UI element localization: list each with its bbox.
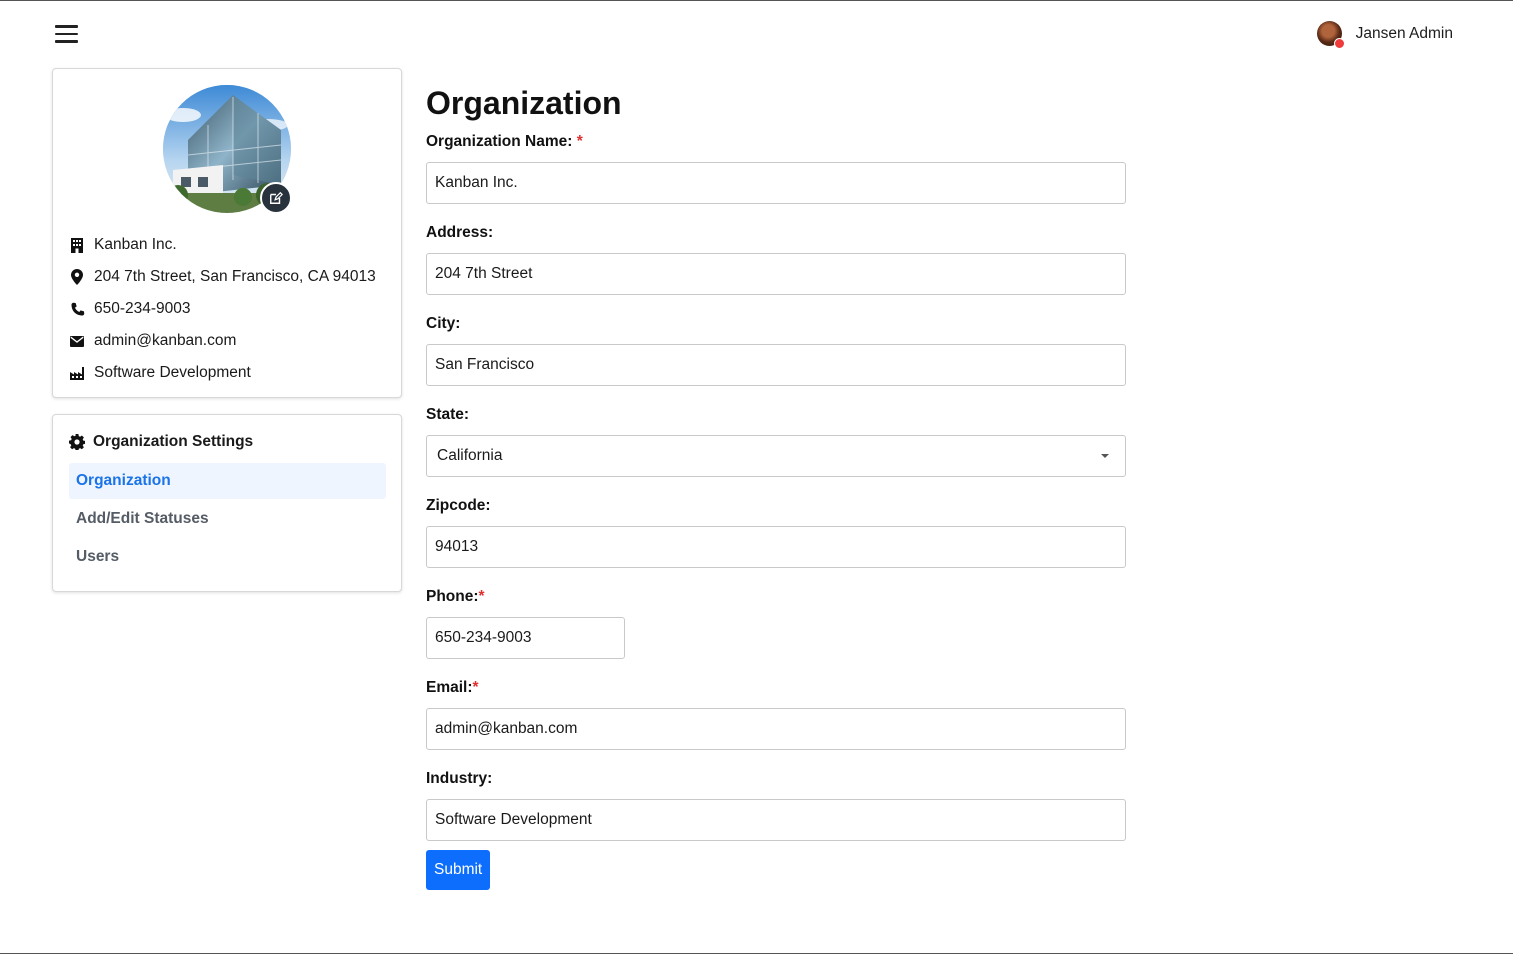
- top-bar: Jansen Admin: [0, 1, 1513, 67]
- org-name-field[interactable]: Kanban Inc.: [426, 162, 1126, 204]
- info-industry: Software Development: [94, 364, 251, 381]
- chevron-down-icon: [1101, 454, 1109, 458]
- edit-photo-button[interactable]: [260, 182, 292, 214]
- org-name-label: Organization Name: *: [426, 133, 1126, 151]
- info-address: 204 7th Street, San Francisco, CA 94013: [94, 268, 376, 285]
- edit-icon: [270, 191, 283, 204]
- email-field[interactable]: admin@kanban.com: [426, 708, 1126, 750]
- industry-field[interactable]: Software Development: [426, 799, 1126, 841]
- envelope-icon: [69, 333, 85, 349]
- city-label: City:: [426, 315, 461, 332]
- phone-icon: [69, 301, 85, 317]
- organization-settings-card: Organization Settings Organization Add/E…: [52, 414, 402, 592]
- nav-item-users[interactable]: Users: [69, 539, 386, 575]
- city-field[interactable]: San Francisco: [426, 344, 1126, 386]
- location-pin-icon: [69, 269, 85, 285]
- page-title: Organization: [426, 85, 622, 121]
- address-field[interactable]: 204 7th Street: [426, 253, 1126, 295]
- info-name: Kanban Inc.: [94, 236, 177, 253]
- user-name[interactable]: Jansen Admin: [1356, 25, 1453, 43]
- phone-label-text: Phone:: [426, 588, 479, 605]
- zipcode-label: Zipcode:: [426, 497, 491, 514]
- organization-form: Organization Organization Name: * Kanban…: [426, 81, 1126, 890]
- phone-label: Phone:*: [426, 588, 1126, 606]
- factory-icon: [69, 365, 85, 381]
- info-phone: 650-234-9003: [94, 300, 191, 317]
- notification-dot: [1333, 38, 1345, 49]
- state-selected-value: California: [437, 447, 503, 464]
- email-label: Email:*: [426, 679, 1126, 697]
- industry-label: Industry:: [426, 770, 493, 787]
- info-email-row: admin@kanban.com: [69, 325, 376, 357]
- settings-nav: Organization Add/Edit Statuses Users: [69, 463, 386, 577]
- state-select[interactable]: California: [426, 435, 1126, 477]
- info-name-row: Kanban Inc.: [69, 229, 376, 261]
- nav-item-organization[interactable]: Organization: [69, 463, 386, 499]
- avatar[interactable]: [1316, 21, 1345, 49]
- address-label: Address:: [426, 224, 494, 241]
- settings-heading-label: Organization Settings: [93, 433, 254, 450]
- info-email: admin@kanban.com: [94, 332, 237, 349]
- required-marker: *: [576, 133, 583, 150]
- submit-button[interactable]: Submit: [426, 850, 491, 890]
- required-marker: *: [472, 679, 479, 696]
- nav-item-add-edit-statuses[interactable]: Add/Edit Statuses: [69, 501, 386, 537]
- info-address-row: 204 7th Street, San Francisco, CA 94013: [69, 261, 376, 293]
- state-label: State:: [426, 406, 470, 423]
- org-name-label-text: Organization Name:: [426, 133, 573, 150]
- hamburger-menu-icon[interactable]: [55, 23, 79, 45]
- user-menu[interactable]: Jansen Admin: [1316, 21, 1453, 49]
- info-phone-row: 650-234-9003: [69, 293, 376, 325]
- required-marker: *: [478, 588, 485, 605]
- email-label-text: Email:: [426, 679, 473, 696]
- organization-profile-card: Kanban Inc. 204 7th Street, San Francisc…: [52, 68, 402, 398]
- organization-info-list: Kanban Inc. 204 7th Street, San Francisc…: [69, 229, 376, 389]
- info-industry-row: Software Development: [69, 357, 376, 389]
- phone-field[interactable]: 650-234-9003: [426, 617, 625, 659]
- gear-icon: [69, 434, 86, 451]
- building-icon: [69, 237, 85, 253]
- settings-heading: Organization Settings: [69, 433, 253, 451]
- zipcode-field[interactable]: 94013: [426, 526, 1126, 568]
